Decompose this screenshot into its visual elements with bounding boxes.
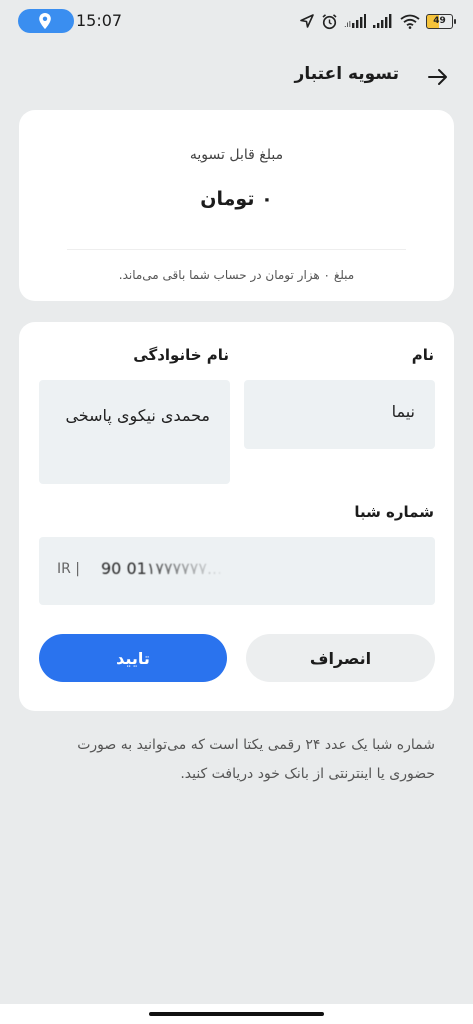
back-button[interactable]: [423, 62, 453, 92]
confirm-button[interactable]: تایید: [39, 634, 227, 682]
location-pin-icon: [39, 13, 51, 29]
page-title: تسویه اعتبار: [294, 64, 399, 84]
balance-amount: ۰ تومان: [200, 188, 273, 210]
first-name-label: نام: [411, 346, 434, 364]
system-nav-bar: [0, 1004, 473, 1024]
balance-card: مبلغ قابل تسویه ۰ تومان مبلغ ۰ هزار توما…: [19, 110, 454, 301]
svg-text:.ıl: .ıl: [344, 20, 351, 28]
navigation-arrow-icon: [299, 13, 315, 29]
sheba-value: 90 01۱۷۷۷۷۷۷...: [101, 559, 223, 578]
sheba-input[interactable]: IR | 90 01۱۷۷۷۷۷۷...: [39, 537, 435, 605]
first-name-field[interactable]: نیما: [244, 380, 435, 449]
signal-strength-icon: .ıl: [344, 14, 366, 28]
app-header: تسویه اعتبار: [0, 58, 473, 94]
sheba-prefix: IR |: [57, 561, 81, 577]
location-indicator: [18, 9, 74, 33]
balance-note: مبلغ ۰ هزار تومان در حساب شما باقی می‌ما…: [118, 268, 355, 282]
cancel-button[interactable]: انصراف: [246, 634, 435, 682]
status-time: 15:07: [76, 11, 123, 30]
alarm-clock-icon: [321, 13, 338, 30]
balance-label: مبلغ قابل تسویه: [189, 147, 284, 163]
sheba-label: شماره شبا: [354, 503, 434, 521]
last-name-label: نام خانوادگی: [133, 346, 229, 364]
sheba-info-text: شماره شبا یک عدد ۲۴ رقمی یکتا است که می‌…: [77, 737, 435, 782]
last-name-field[interactable]: محمدی نیکوی پاسخی: [39, 380, 230, 484]
wifi-icon: [400, 14, 420, 29]
signal-strength-2-icon: [372, 14, 394, 28]
divider: [67, 249, 406, 250]
first-name-value: نیما: [391, 402, 415, 421]
arrow-right-icon: [428, 69, 447, 85]
battery-icon: 49: [426, 13, 456, 29]
settlement-form-card: نام نام خانوادگی نیما محمدی نیکوی پاسخی …: [19, 322, 454, 711]
last-name-value: محمدی نیکوی پاسخی: [65, 406, 210, 425]
home-indicator[interactable]: [149, 1012, 324, 1016]
status-bar: 15:07 .ıl 49: [0, 0, 473, 40]
